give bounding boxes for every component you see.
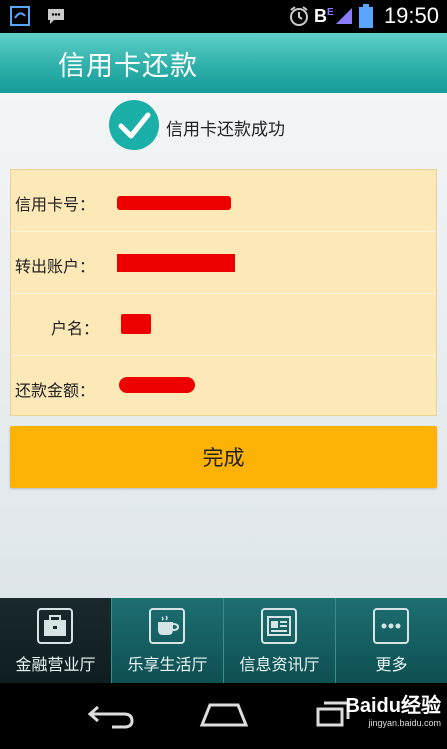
tab-label: 金融营业厅: [15, 655, 96, 674]
tab-lifestyle-hall[interactable]: 乐享生活厅: [112, 598, 223, 683]
tab-label: 信息资讯厅: [239, 655, 320, 674]
coffee-cup-icon: [149, 608, 185, 644]
info-row-source-account: 转出账户：: [11, 232, 436, 294]
info-label: 转出账户：: [15, 257, 96, 276]
signal-strength-icon: [336, 8, 352, 24]
tab-news-hall[interactable]: 信息资讯厅: [224, 598, 335, 683]
battery-icon: [359, 4, 373, 28]
alarm-icon: [290, 6, 308, 26]
watermark-url: jingyan.baidu.com: [368, 718, 441, 728]
more-dots-icon: [373, 608, 409, 644]
tab-label: 更多: [375, 655, 408, 674]
redacted-value: [117, 254, 235, 272]
info-label: 信用卡号：: [15, 195, 96, 214]
redacted-value: [119, 377, 195, 393]
message-notification-icon: [48, 9, 64, 24]
newspaper-icon: [261, 608, 297, 644]
bottom-tab-bar: 金融营业厅 乐享生活厅 信息资讯厅 更多: [0, 598, 447, 683]
system-navigation-bar: Baidu经验 jingyan.baidu.com: [0, 683, 447, 749]
info-row-card-number: 信用卡号：: [11, 170, 436, 232]
success-message: 信用卡还款成功: [166, 120, 285, 140]
clock-time: 19:50: [383, 3, 439, 28]
content-area: 信用卡还款成功 信用卡号： 转出账户： 户名： 还款金额： 完成: [0, 93, 447, 598]
baidu-watermark: Baidu经验 jingyan.baidu.com: [345, 689, 441, 728]
briefcase-icon: [37, 608, 73, 644]
done-button[interactable]: 完成: [10, 426, 437, 488]
app-notification-icon: [10, 6, 30, 26]
tab-financial-hall[interactable]: 金融营业厅: [0, 598, 111, 683]
redacted-value: [121, 314, 151, 334]
watermark-brand: Baidu经验: [345, 695, 441, 717]
status-bar: BE 19:50: [0, 0, 447, 33]
info-row-account-name: 户名：: [11, 294, 436, 356]
info-label: 还款金额：: [15, 381, 96, 400]
tab-more[interactable]: 更多: [336, 598, 447, 683]
page-title: 信用卡还款: [58, 51, 198, 82]
back-icon[interactable]: [86, 699, 136, 729]
home-icon[interactable]: [198, 699, 250, 729]
title-bar: 信用卡还款: [0, 33, 447, 93]
info-label: 户名：: [51, 319, 100, 338]
tab-label: 乐享生活厅: [127, 655, 208, 674]
payment-info-panel: 信用卡号： 转出账户： 户名： 还款金额：: [10, 169, 437, 416]
redacted-value: [117, 196, 231, 210]
network-type-label: BE: [314, 6, 334, 26]
info-row-payment-amount: 还款金额：: [11, 356, 436, 417]
success-check-icon: [109, 100, 159, 150]
